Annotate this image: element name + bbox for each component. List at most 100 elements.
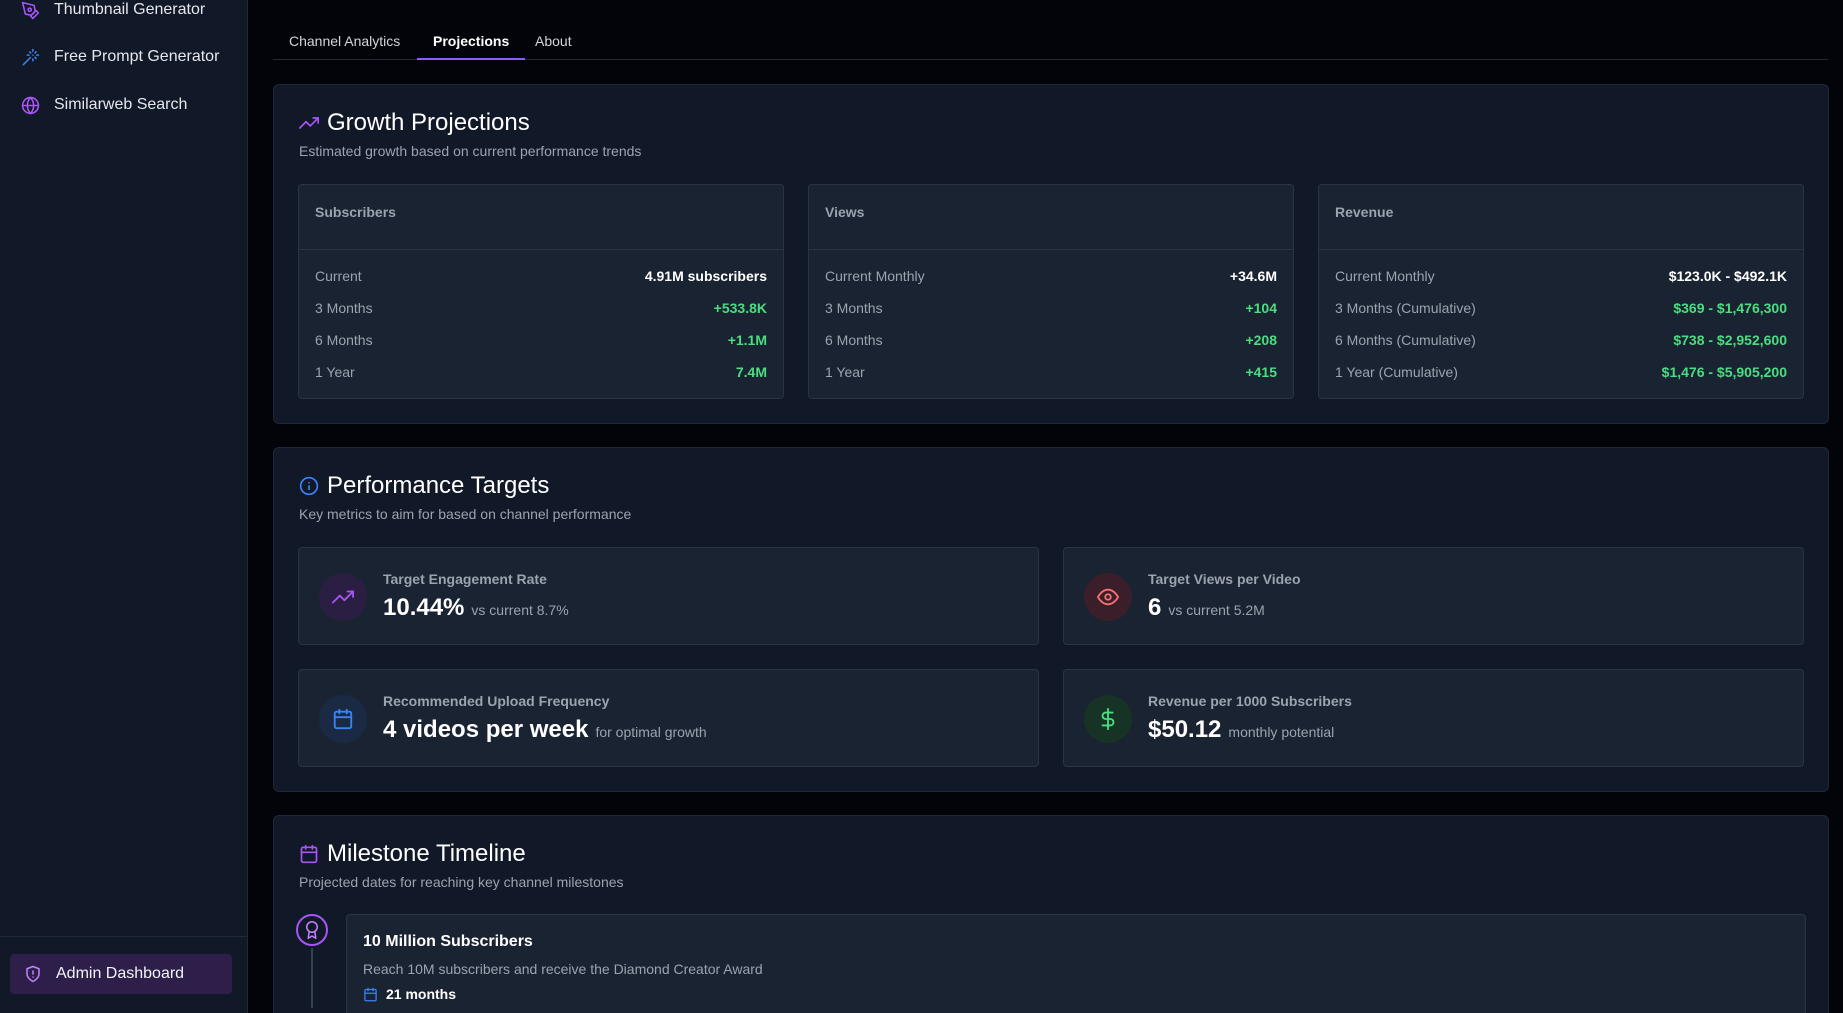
row-value: $1,476 - $5,905,200 <box>1661 364 1787 380</box>
target-label: Target Engagement Rate <box>383 571 547 587</box>
tab-about[interactable]: About <box>519 32 588 60</box>
sidebar-item-label: Similarweb Search <box>54 96 188 113</box>
target-note: vs current 5.2M <box>1168 602 1265 618</box>
sidebar-item-thumbnail-generator[interactable]: Thumbnail Generator <box>10 0 232 30</box>
growth-projections-card: Growth Projections Estimated growth base… <box>273 84 1829 424</box>
projection-row: 6 Months (Cumulative) $738 - $2,952,600 <box>1335 332 1787 352</box>
admin-dashboard-button[interactable]: Admin Dashboard <box>10 954 232 994</box>
row-value: 4.91M subscribers <box>644 268 767 284</box>
row-label: Current Monthly <box>825 268 925 284</box>
tab-bar: Channel Analytics Projections About <box>273 0 1828 60</box>
target-label: Revenue per 1000 Subscribers <box>1148 693 1352 709</box>
revenue-per-1000-subscribers: Revenue per 1000 Subscribers $50.12 mont… <box>1063 669 1804 767</box>
milestone-timeline-subtitle: Projected dates for reaching key channel… <box>299 874 624 890</box>
milestone-title: 10 Million Subscribers <box>363 933 533 950</box>
sidebar-item-free-prompt-generator[interactable]: Free Prompt Generator <box>10 37 232 77</box>
views-projection: Views Current Monthly +34.6M 3 Months +104… <box>808 184 1294 399</box>
milestone-duration-text: 21 months <box>386 986 457 1002</box>
calendar-icon <box>300 844 318 864</box>
row-value: +1.1M <box>727 332 767 348</box>
milestone-duration: 21 months <box>363 986 456 1002</box>
pen-tool-icon <box>21 1 40 19</box>
row-label: 6 Months <box>825 332 883 348</box>
trending-up-icon <box>299 117 319 129</box>
sidebar: Thumbnail Generator Free Prompt Generato… <box>0 0 248 1013</box>
row-label: 1 Year (Cumulative) <box>1335 364 1458 380</box>
target-value-line: 6 vs current 5.2M <box>1148 594 1265 622</box>
row-label: 6 Months (Cumulative) <box>1335 332 1476 348</box>
projection-row: 6 Months +208 <box>825 332 1277 352</box>
target-note: monthly potential <box>1228 724 1335 740</box>
performance-targets-title: Performance Targets <box>299 472 549 500</box>
target-value-line: 10.44% vs current 8.7% <box>383 594 569 622</box>
row-value: +533.8K <box>713 300 767 316</box>
row-value: 7.4M <box>735 364 767 380</box>
row-label: 3 Months (Cumulative) <box>1335 300 1476 316</box>
projection-row: 1 Year +415 <box>825 364 1277 384</box>
row-label: Current Monthly <box>1335 268 1435 284</box>
admin-dashboard-label: Admin Dashboard <box>56 965 185 982</box>
row-value: +34.6M <box>1229 268 1277 284</box>
milestone-timeline-card: Milestone Timeline Projected dates for r… <box>273 815 1829 1013</box>
sidebar-item-label: Thumbnail Generator <box>54 1 206 18</box>
projection-row: 3 Months (Cumulative) $369 - $1,476,300 <box>1335 300 1787 320</box>
tab-channel-analytics[interactable]: Channel Analytics <box>273 32 416 60</box>
subscribers-projection: Subscribers Current 4.91M subscribers 3 M… <box>298 184 784 399</box>
revenue-projection: Revenue Current Monthly $123.0K - $492.1K… <box>1318 184 1804 399</box>
target-icon-bg <box>1084 695 1132 743</box>
target-label: Target Views per Video <box>1148 571 1301 587</box>
projection-row: 3 Months +104 <box>825 300 1277 320</box>
dollar-sign-icon <box>1101 708 1115 730</box>
eye-icon <box>1097 588 1119 606</box>
row-value: +208 <box>1245 332 1277 348</box>
row-label: Current <box>315 268 362 284</box>
milestone-description: Reach 10M subscribers and receive the Di… <box>363 961 763 977</box>
performance-targets-subtitle: Key metrics to aim for based on channel … <box>299 506 632 522</box>
projection-heading: Revenue <box>1319 185 1803 250</box>
milestone-timeline-title: Milestone Timeline <box>299 840 526 868</box>
info-icon <box>299 476 319 496</box>
projection-row: 1 Year 7.4M <box>315 364 767 384</box>
projection-row: Current Monthly $123.0K - $492.1K <box>1335 268 1787 288</box>
growth-projections-title: Growth Projections <box>299 109 530 137</box>
target-value: 4 videos per week <box>383 716 589 743</box>
row-label: 3 Months <box>315 300 373 316</box>
tab-projections[interactable]: Projections <box>417 32 526 60</box>
magic-wand-icon <box>22 48 40 65</box>
globe-icon <box>21 96 40 114</box>
calendar-icon <box>364 987 377 1001</box>
target-icon-bg <box>1084 573 1132 621</box>
sidebar-item-similarweb-search[interactable]: Similarweb Search <box>10 85 232 125</box>
sidebar-divider <box>0 936 247 937</box>
row-label: 1 Year <box>315 364 355 380</box>
projection-row: Current 4.91M subscribers <box>315 268 767 288</box>
target-value: $50.12 <box>1148 716 1222 743</box>
row-value: $123.0K - $492.1K <box>1668 268 1787 284</box>
row-label: 1 Year <box>825 364 865 380</box>
award-icon <box>306 921 318 939</box>
row-value: +104 <box>1245 300 1277 316</box>
recommended-upload-frequency: Recommended Upload Frequency 4 videos pe… <box>298 669 1039 767</box>
target-engagement-rate: Target Engagement Rate 10.44% vs current… <box>298 547 1039 645</box>
milestone-item: 10 Million Subscribers Reach 10M subscri… <box>346 914 1806 1013</box>
target-label: Recommended Upload Frequency <box>383 693 610 709</box>
growth-projections-subtitle: Estimated growth based on current perfor… <box>299 143 642 159</box>
projection-row: 1 Year (Cumulative) $1,476 - $5,905,200 <box>1335 364 1787 384</box>
sidebar-item-label: Free Prompt Generator <box>54 48 220 65</box>
target-value-line: $50.12 monthly potential <box>1148 716 1334 744</box>
row-value: $369 - $1,476,300 <box>1673 300 1787 316</box>
row-label: 3 Months <box>825 300 883 316</box>
timeline-connector <box>311 948 313 1008</box>
target-value: 6 <box>1148 594 1162 621</box>
target-note: vs current 8.7% <box>471 602 569 618</box>
row-label: 6 Months <box>315 332 373 348</box>
target-icon-bg <box>319 573 367 621</box>
row-value: $738 - $2,952,600 <box>1673 332 1787 348</box>
projection-row: 6 Months +1.1M <box>315 332 767 352</box>
performance-targets-card: Performance Targets Key metrics to aim f… <box>273 447 1829 792</box>
section-heading: Growth Projections <box>327 109 530 136</box>
projection-heading: Subscribers <box>299 185 783 250</box>
calendar-icon <box>333 708 353 730</box>
trending-up-icon <box>332 590 354 604</box>
projection-row: Current Monthly +34.6M <box>825 268 1277 288</box>
